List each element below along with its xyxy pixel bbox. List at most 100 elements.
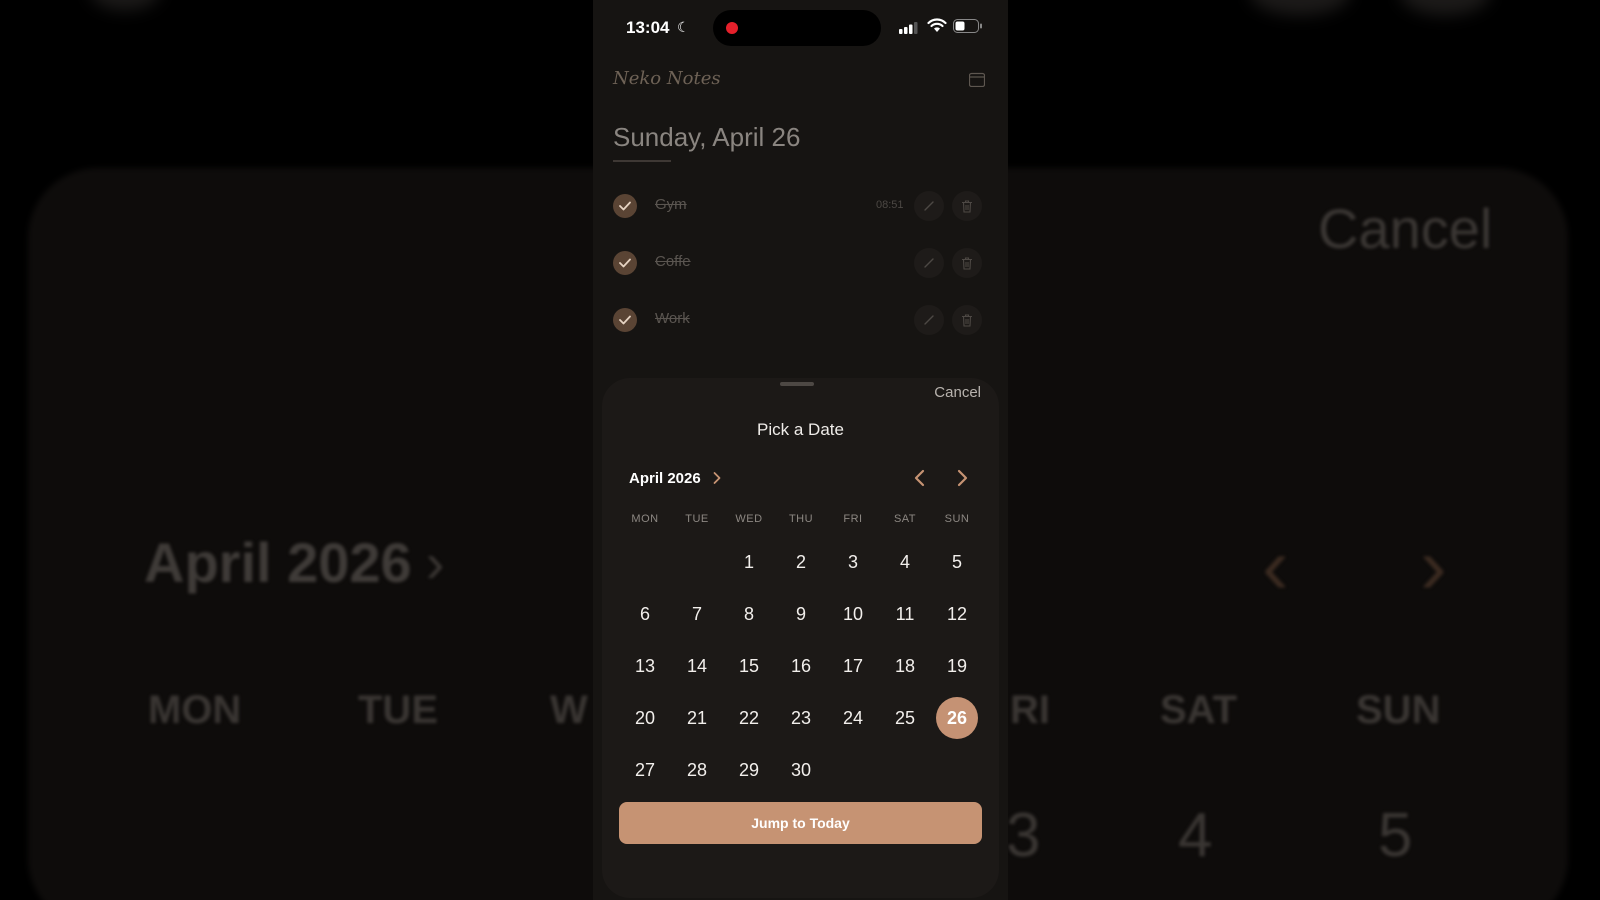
bg-day-number: 3 (1006, 801, 1041, 870)
day-number: 10 (842, 603, 864, 624)
calendar-day[interactable]: 30 (775, 744, 827, 796)
day-number: 14 (686, 655, 708, 676)
trash-icon (962, 256, 972, 270)
calendar-day[interactable]: 8 (723, 588, 775, 640)
day-number: 13 (634, 655, 656, 676)
calendar-day[interactable]: 22 (723, 692, 775, 744)
status-bar: 13:04 ☾ (593, 0, 1008, 56)
weekday-label: TUE (685, 513, 709, 525)
day-number: 6 (639, 603, 650, 624)
date-heading: Sunday, April 26 (613, 122, 801, 152)
edit-button[interactable] (914, 248, 944, 278)
calendar-day[interactable]: 4 (879, 536, 931, 588)
day-number: 25 (894, 707, 916, 728)
task-item[interactable]: Coffe (613, 243, 988, 283)
weekday-label: FRI (843, 513, 863, 525)
calendar-day[interactable]: 20 (619, 692, 671, 744)
day-number: 18 (894, 655, 916, 676)
day-number: 29 (738, 759, 760, 780)
calendar-day[interactable]: 13 (619, 640, 671, 692)
bg-weekday: RI (1010, 688, 1050, 732)
calendar-day[interactable]: 29 (723, 744, 775, 796)
chevron-right-icon[interactable] (712, 471, 722, 485)
calendar-day[interactable]: 23 (775, 692, 827, 744)
calendar-day[interactable]: 17 (827, 640, 879, 692)
delete-button[interactable] (952, 305, 982, 335)
sheet-grabber[interactable] (780, 382, 814, 386)
previous-month-button[interactable] (912, 468, 928, 488)
calendar-day[interactable]: 21 (671, 692, 723, 744)
checkmark-icon[interactable] (613, 251, 637, 275)
bg-cancel-text: Cancel (1318, 197, 1493, 260)
bg-weekday: MON (148, 688, 242, 732)
calendar-week-row: 13 14 15 16 17 18 19 (619, 640, 983, 692)
calendar-grid: 1 2 3 4 5 6 7 8 9 10 11 12 13 14 15 16 17 18 19 20 21 22 23 24 2… (619, 536, 983, 796)
sheet-title: Pick a Date (757, 420, 844, 439)
checkmark-icon[interactable] (613, 308, 637, 332)
pencil-icon (924, 258, 934, 268)
cancel-button[interactable]: Cancel (934, 384, 981, 401)
day-number: 8 (743, 603, 754, 624)
bg-chevron-left-icon: ‹ (1262, 521, 1289, 610)
calendar-day[interactable]: 28 (671, 744, 723, 796)
day-number: 20 (634, 707, 656, 728)
calendar-day[interactable]: 5 (931, 536, 983, 588)
edit-button[interactable] (914, 305, 944, 335)
day-number: 2 (795, 551, 806, 572)
weekday-label: SUN (944, 513, 970, 525)
bg-day-number: 4 (1178, 801, 1213, 870)
bg-month-label: April 2026 (144, 531, 412, 594)
delete-button[interactable] (952, 191, 982, 221)
calendar-day[interactable]: 24 (827, 692, 879, 744)
next-month-button[interactable] (954, 468, 970, 488)
calendar-day[interactable]: 2 (775, 536, 827, 588)
delete-button[interactable] (952, 248, 982, 278)
bg-day-number: 5 (1378, 801, 1413, 870)
recording-dot-icon (726, 22, 738, 34)
edit-button[interactable] (914, 191, 944, 221)
calendar-day-selected[interactable]: 26 (931, 692, 983, 744)
day-number: 21 (686, 707, 708, 728)
calendar-icon[interactable] (969, 72, 985, 87)
calendar-day[interactable]: 27 (619, 744, 671, 796)
day-number: 1 (743, 551, 754, 572)
calendar-day[interactable]: 11 (879, 588, 931, 640)
calendar-day[interactable]: 1 (723, 536, 775, 588)
calendar-empty-cell (931, 744, 983, 796)
jump-to-today-button[interactable]: Jump to Today (619, 802, 982, 844)
battery-icon (953, 19, 982, 33)
task-item[interactable]: Work (613, 300, 988, 340)
calendar-empty-cell (619, 536, 671, 588)
calendar-day[interactable]: 3 (827, 536, 879, 588)
day-number: 28 (686, 759, 708, 780)
checkmark-icon[interactable] (613, 194, 637, 218)
bg-weekday: SAT (1160, 688, 1238, 732)
month-year-button[interactable]: April 2026 (629, 470, 701, 487)
status-time: 13:04 (626, 18, 670, 37)
calendar-day[interactable]: 12 (931, 588, 983, 640)
task-item[interactable]: Gym 08:51 (613, 186, 988, 226)
date-picker-sheet: Cancel Pick a Date April 2026 MON TUE WE… (602, 378, 999, 898)
calendar-day[interactable]: 25 (879, 692, 931, 744)
bg-blob (1400, 0, 1490, 15)
calendar-day[interactable]: 18 (879, 640, 931, 692)
task-label: Work (655, 310, 690, 327)
task-time: 08:51 (876, 199, 904, 211)
day-number: 30 (790, 759, 812, 780)
day-number: 27 (634, 759, 656, 780)
calendar-day[interactable]: 15 (723, 640, 775, 692)
signal-icon (899, 22, 918, 34)
calendar-day[interactable]: 19 (931, 640, 983, 692)
calendar-week-row: 27 28 29 30 (619, 744, 983, 796)
calendar-day[interactable]: 16 (775, 640, 827, 692)
bg-weekday: TUE (358, 688, 438, 732)
calendar-day[interactable]: 6 (619, 588, 671, 640)
calendar-day[interactable]: 14 (671, 640, 723, 692)
day-number: 26 (936, 697, 978, 739)
day-number: 17 (842, 655, 864, 676)
calendar-day[interactable]: 10 (827, 588, 879, 640)
calendar-day[interactable]: 9 (775, 588, 827, 640)
calendar-day[interactable]: 7 (671, 588, 723, 640)
pencil-icon (924, 201, 934, 211)
bg-blob (1250, 0, 1350, 15)
